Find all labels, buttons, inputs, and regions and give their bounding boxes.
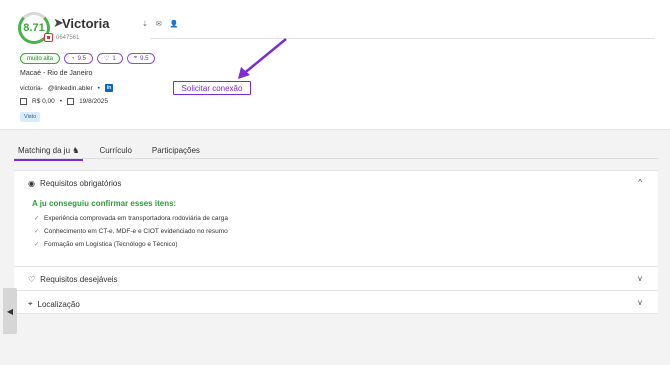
heart-icon: ♡ [103, 56, 110, 62]
mail-icon[interactable]: ✉ [156, 21, 165, 28]
candidate-id: 0647561 [56, 35, 80, 41]
favorite-badge: ♡ 1 [96, 53, 123, 64]
confirmed-list: ✓ Experiência comprovada em transportador… [34, 212, 228, 251]
list-item: ✓ Experiência comprovada em transportador… [34, 215, 228, 222]
confirm-title: A ju conseguiu confirmar esses itens: [32, 199, 177, 208]
email-end: @linkedin.abler [47, 84, 93, 92]
required-title: ◉ Requisitos obrigatórios [28, 179, 122, 188]
check-circle-icon: ◉ [28, 179, 35, 188]
download-icon[interactable]: ⇣ [142, 21, 151, 28]
list-item: ✓ Formação em Logística (Tecnólogo e Técn… [34, 241, 178, 248]
required-panel[interactable]: ◉ Requisitos obrigatórios ^ A ju consegu… [14, 170, 658, 266]
list-item: ✓ Conhecimento em CT-e, MDF-e e CIOT evid… [34, 228, 228, 235]
chevron-down-icon[interactable]: v [638, 298, 642, 307]
desired-panel[interactable]: ♡ Requisitos desejáveis v [14, 266, 658, 290]
meta-separator: • [59, 98, 63, 105]
calendar-icon [67, 98, 75, 105]
money-icon [20, 98, 27, 105]
candidate-name: Victoria [62, 16, 110, 31]
ju-avatar-icon: ♞ [72, 146, 80, 155]
badge-row: muito alta ◔ 9.5 ♡ 1 ⌖ 9.5 [20, 53, 156, 64]
left-collapse-handle[interactable]: ◀ [3, 288, 17, 334]
status-badge: Visto [20, 112, 41, 122]
chevron-down-icon[interactable]: v [638, 274, 642, 283]
person-icon[interactable]: 👤 [170, 21, 182, 28]
annotation-arrow [238, 38, 287, 79]
check-icon: ✓ [34, 229, 40, 235]
score-badge: ◔ 9.5 [64, 53, 93, 64]
contact-icons: ⇣ ✉ 👤 [142, 20, 181, 28]
location-panel[interactable]: ⌖ Localização v [14, 290, 658, 314]
salary: R$ 0,00 [32, 98, 55, 105]
email-start: victoria- [20, 84, 43, 92]
score-value: 8.71 [23, 22, 45, 34]
candidate-contact: victoria- @linkedin.abler • in [20, 84, 113, 92]
location-title: ⌖ Localização [28, 299, 80, 309]
chevron-up-icon[interactable]: ^ [638, 178, 642, 187]
gauge-icon: ◔ [71, 55, 75, 62]
candidate-card: 8.71 ➤ Victoria 0647561 ⇣ ✉ 👤 muito alta… [0, 0, 670, 130]
date: 19/8/2025 [79, 98, 108, 105]
desired-title: ♡ Requisitos desejáveis [28, 275, 118, 284]
header-divider [150, 38, 655, 39]
match-level-badge: muito alta [20, 53, 61, 64]
candidate-meta: R$ 0,00 • 19/8/2025 [20, 98, 108, 105]
contact-separator: • [97, 84, 100, 92]
pin-icon: ⌖ [133, 55, 138, 61]
check-icon: ✓ [34, 242, 40, 248]
flag-icon [44, 33, 53, 42]
heart-outline-icon: ♡ [28, 275, 36, 284]
tab-divider [14, 158, 658, 159]
location-badge: ⌖ 9.5 [126, 53, 156, 64]
linkedin-icon[interactable]: in [104, 84, 113, 92]
candidate-city: Macaé - Rio de Janeiro [20, 70, 93, 77]
check-icon: ✓ [34, 216, 40, 222]
location-pin-icon: ⌖ [28, 299, 33, 308]
